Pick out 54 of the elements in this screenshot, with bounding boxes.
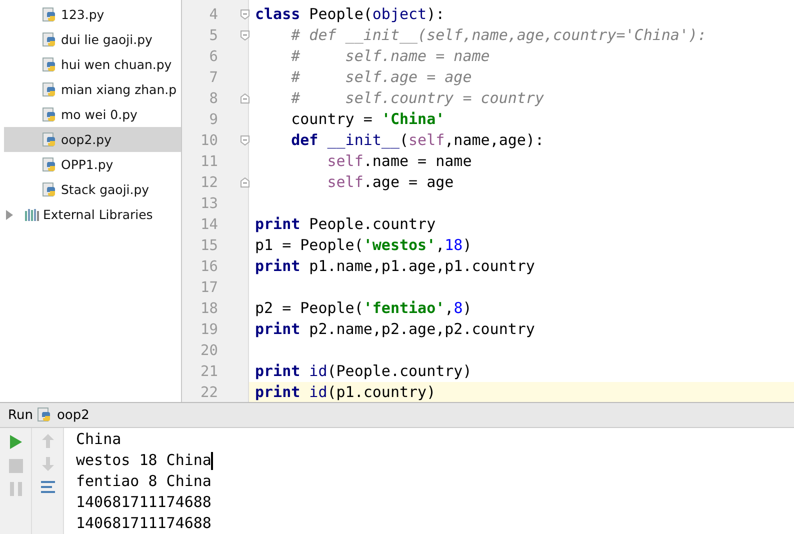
fold-marker-icon[interactable] [240,177,250,188]
tree-item[interactable]: hui wen chuan.py [4,52,181,77]
line-number: 8 [208,90,218,106]
console-output-line: 140681711174688 [76,513,212,534]
python-file-icon [42,32,58,48]
line-number: 6 [208,48,218,64]
line-number: 9 [208,112,218,128]
console-output-line: China [76,429,122,450]
line-number: 11 [200,154,218,170]
line-number: 10 [200,132,218,148]
fold-marker-icon[interactable] [240,135,250,146]
console-output-line: 140681711174688 [76,492,212,513]
line-number: 17 [200,280,218,296]
tree-item[interactable]: OPP1.py [4,152,181,177]
line-number: 15 [200,238,218,254]
python-file-icon [42,82,58,98]
fold-marker-icon[interactable] [240,9,250,20]
line-number: 12 [200,174,218,190]
tree-item[interactable]: Stack gaoji.py [4,177,181,202]
tree-item[interactable]: mo wei 0.py [4,102,181,127]
expand-arrow-icon[interactable] [6,210,13,220]
python-file-icon [42,132,58,148]
run-label: Run [8,408,33,422]
run-config-tab[interactable]: oop2 [56,408,90,422]
console-output-line: fentiao 8 China [76,471,212,492]
soft-wrap-icon[interactable] [40,480,56,494]
line-number: 21 [200,364,218,380]
python-file-icon [42,156,58,172]
tree-item[interactable]: oop2.py [4,127,181,152]
library-icon [24,208,40,222]
code-text[interactable]: class People(object): # def __init__(self,name,age,country='China'): # self.name = name # self.age = age # self.country = country country = 'China' def __init__(self,name,age): self.name = name self.age = age print People.country p1 = People('westos',18) print p1.name,p1.age,p1.country p2 = People('fentiao',8) print p2.name,p2.age,p2.country print id(People.country) print id(p1.country) [249,0,794,402]
python-file-icon [42,6,58,22]
line-number: 18 [200,300,218,316]
run-icon[interactable] [8,434,22,450]
python-icon [36,407,53,423]
line-number: 13 [200,196,218,212]
python-file-icon [42,106,58,122]
line-number: 7 [208,70,218,86]
tree-item[interactable]: dui lie gaoji.py [4,27,181,52]
python-file-icon [42,56,58,72]
line-number: 22 [200,384,218,400]
line-number: 16 [200,258,218,274]
tree-item[interactable]: External Libraries [4,202,181,227]
tree-item[interactable]: mian xiang zhan.p [4,77,181,102]
line-number: 19 [200,322,218,338]
fold-marker-icon[interactable] [240,30,250,41]
line-number: 4 [208,6,218,22]
tree-item[interactable]: 123.py [4,2,181,27]
line-number: 14 [200,216,218,232]
line-number: 20 [200,342,218,358]
console-output-line: westos 18 China [76,450,212,471]
line-number: 5 [208,28,218,44]
fold-marker-icon[interactable] [240,93,250,104]
python-file-icon [42,182,58,198]
